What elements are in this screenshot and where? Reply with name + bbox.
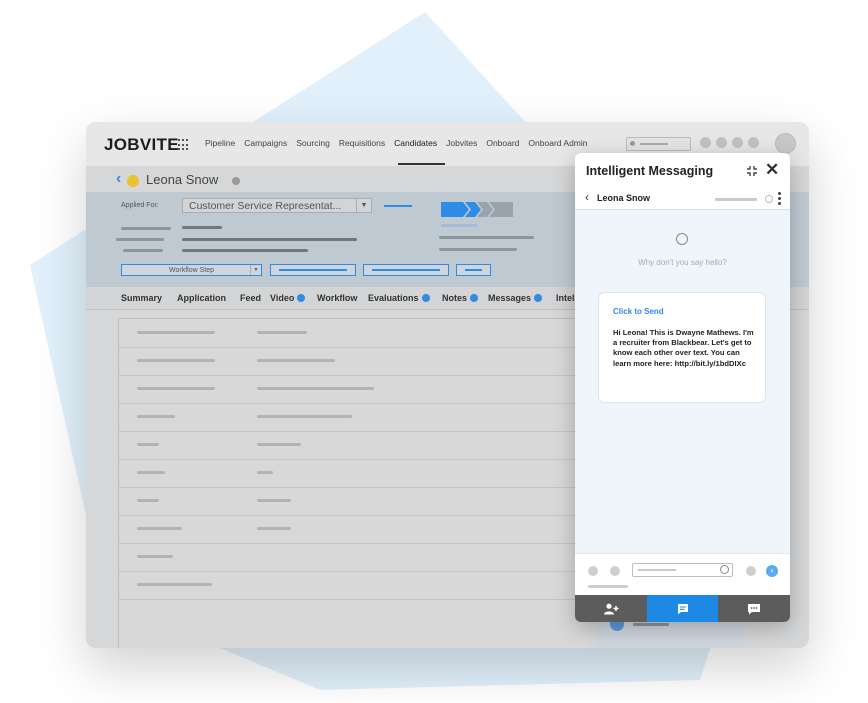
add-contact-icon xyxy=(603,603,619,614)
tab-summary[interactable]: Summary xyxy=(121,293,162,303)
header-icon-1[interactable] xyxy=(700,137,711,148)
send-button[interactable]: › xyxy=(766,565,778,577)
notes-badge xyxy=(470,294,479,302)
tab-intel[interactable]: Intel xyxy=(556,293,575,303)
active-nav-indicator xyxy=(398,163,445,165)
workflow-step-label: Workflow Step xyxy=(169,267,214,274)
close-icon[interactable]: ✕ xyxy=(765,161,779,178)
nav-jobvites[interactable]: Jobvites xyxy=(446,138,477,148)
attachment-icon[interactable] xyxy=(588,566,598,576)
list-item xyxy=(119,459,589,488)
chat-title: Intelligent Messaging xyxy=(586,164,714,178)
job-select-value: Customer Service Representat... xyxy=(189,200,342,212)
placeholder-bar xyxy=(439,236,534,239)
click-to-send-link[interactable]: Click to Send xyxy=(613,307,664,316)
tab-messages[interactable]: Messages xyxy=(488,293,543,303)
app-grid-icon[interactable] xyxy=(178,139,190,151)
list-item xyxy=(119,431,589,460)
chat-footer-tabs xyxy=(575,595,790,622)
empty-state-icon xyxy=(676,233,688,245)
tab-notes[interactable]: Notes xyxy=(442,293,479,303)
suggested-message-card[interactable]: Click to Send Hi Leona! This is Dwayne M… xyxy=(598,292,766,403)
chat-contact-bar: ‹ Leona Snow xyxy=(575,187,790,210)
header-icon-3[interactable] xyxy=(732,137,743,148)
tab-feed[interactable]: Feed xyxy=(240,293,261,303)
nav-pipeline[interactable]: Pipeline xyxy=(205,138,235,148)
list-item xyxy=(119,319,589,348)
tab-video[interactable]: Video xyxy=(270,293,306,303)
candidate-options-icon[interactable] xyxy=(232,177,240,185)
action-button-1[interactable] xyxy=(270,264,356,276)
user-avatar[interactable] xyxy=(775,133,796,154)
candidate-status-dot xyxy=(127,175,139,187)
nav-onboard-admin[interactable]: Onboard Admin xyxy=(528,138,587,148)
list-item xyxy=(119,347,589,376)
evaluations-badge xyxy=(421,294,430,302)
empty-state-prompt: Why don't you say hello? xyxy=(638,258,727,267)
nav-requisitions[interactable]: Requisitions xyxy=(339,138,385,148)
video-badge xyxy=(297,294,306,302)
status-circle-icon xyxy=(765,195,773,203)
list-item xyxy=(119,403,589,432)
placeholder-bar xyxy=(123,249,163,252)
messages-tab[interactable] xyxy=(646,595,719,622)
placeholder-bar xyxy=(441,224,477,227)
nav-onboard[interactable]: Onboard xyxy=(486,138,519,148)
applied-for-label: Applied For: xyxy=(121,202,159,209)
workflow-progress-steps xyxy=(441,202,513,217)
intelligent-messaging-panel: Intelligent Messaging ✕ ‹ Leona Snow Why… xyxy=(575,153,790,622)
chat-bubble-tab[interactable] xyxy=(718,595,790,622)
placeholder-bar xyxy=(121,227,171,230)
list-item xyxy=(119,515,589,544)
candidate-name: Leona Snow xyxy=(146,172,219,187)
message-composer: › xyxy=(575,553,790,596)
add-contact-tab[interactable] xyxy=(575,595,647,622)
back-chevron-icon[interactable]: ‹ xyxy=(585,190,589,204)
placeholder-bar xyxy=(182,249,308,252)
main-nav: Pipeline Campaigns Sourcing Requisitions… xyxy=(205,138,597,148)
nav-sourcing[interactable]: Sourcing xyxy=(296,138,330,148)
placeholder-bar xyxy=(182,226,222,229)
list-item xyxy=(119,487,589,516)
messages-badge xyxy=(534,294,543,302)
tab-workflow[interactable]: Workflow xyxy=(317,293,357,303)
action-button-2[interactable] xyxy=(363,264,449,276)
list-item xyxy=(119,571,589,600)
message-icon xyxy=(677,603,688,614)
emoji-icon[interactable] xyxy=(720,565,729,574)
compress-icon[interactable] xyxy=(746,165,758,177)
chat-bubble-icon xyxy=(748,603,761,614)
chevron-down-icon: ▼ xyxy=(356,199,371,212)
search-icon xyxy=(630,141,635,146)
jobvite-logo[interactable]: JOBVITE xyxy=(104,135,179,155)
accent-line xyxy=(384,205,412,207)
kebab-menu-icon[interactable] xyxy=(778,192,781,207)
placeholder-bar xyxy=(182,238,357,241)
workflow-step-select[interactable]: Workflow Step ▼ xyxy=(121,264,262,276)
back-chevron-icon[interactable]: ‹ xyxy=(116,170,121,188)
chevron-down-icon: ▼ xyxy=(250,265,261,275)
template-icon[interactable] xyxy=(610,566,620,576)
chat-thread: Why don't you say hello? Click to Send H… xyxy=(575,210,790,553)
nav-candidates[interactable]: Candidates xyxy=(394,138,437,148)
header-icon-2[interactable] xyxy=(716,137,727,148)
suggested-message-text: Hi Leona! This is Dwayne Mathews. I'm a … xyxy=(613,328,754,368)
search-input[interactable] xyxy=(626,137,691,151)
contact-detail-bar xyxy=(715,198,757,201)
message-input[interactable] xyxy=(632,563,733,577)
tab-application[interactable]: Application xyxy=(177,293,226,303)
tab-evaluations[interactable]: Evaluations xyxy=(368,293,430,303)
header-icon-4[interactable] xyxy=(748,137,759,148)
candidate-content-list xyxy=(118,318,589,648)
placeholder-bar xyxy=(439,248,517,251)
composer-hint-bar xyxy=(588,585,628,588)
list-item xyxy=(119,375,589,404)
action-button-3[interactable] xyxy=(456,264,491,276)
schedule-icon[interactable] xyxy=(746,566,756,576)
list-item xyxy=(119,543,589,572)
job-select[interactable]: Customer Service Representat... ▼ xyxy=(182,198,372,213)
placeholder-bar xyxy=(116,238,164,241)
nav-campaigns[interactable]: Campaigns xyxy=(244,138,287,148)
chat-contact-name: Leona Snow xyxy=(597,193,651,203)
